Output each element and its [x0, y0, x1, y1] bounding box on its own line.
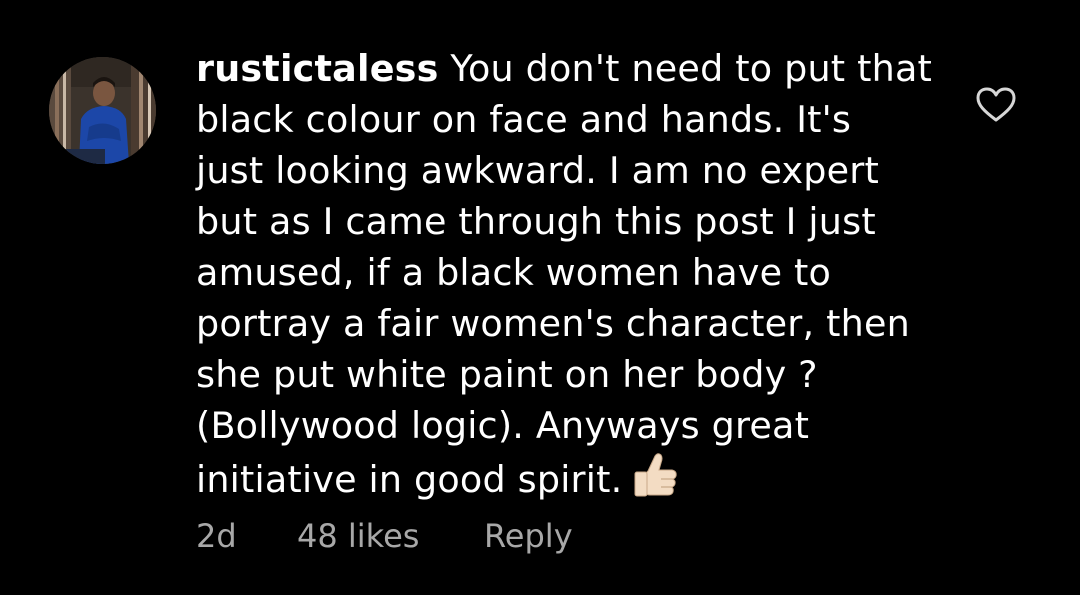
comment-line: she put white paint on her body ? — [196, 353, 818, 396]
comment-line: amused, if a black women have to — [196, 251, 832, 294]
avatar-photo — [49, 57, 156, 164]
comment-text-segment: initiative in good spirit. — [196, 458, 623, 501]
comment-line: rustictaless You don't need to put that — [196, 43, 936, 94]
comment-line: just looking awkward. I am no expert — [196, 149, 880, 192]
thumbs-up-emoji-icon — [634, 453, 678, 497]
comment-line: black colour on face and hands. It's — [196, 98, 852, 141]
heart-outline-icon[interactable] — [976, 87, 1016, 123]
comment-text: rustictaless You don't need to put that … — [196, 43, 936, 505]
comment-timestamp: 2d — [196, 517, 237, 555]
comment-line: portray a fair women's character, then — [196, 302, 910, 345]
avatar[interactable] — [49, 57, 156, 164]
comment-line: (Bollywood logic). Anyways great — [196, 404, 810, 447]
comment-line: initiative in good spirit. — [196, 451, 936, 505]
comment-item: rustictaless You don't need to put that … — [0, 0, 1080, 595]
reply-button[interactable]: Reply — [484, 514, 573, 558]
likes-count-link[interactable]: 48 likes — [297, 514, 419, 558]
comment-text-segment: You don't need to put that — [450, 47, 933, 90]
username-link[interactable]: rustictaless — [196, 47, 439, 90]
comment-line: but as I came through this post I just — [196, 200, 876, 243]
